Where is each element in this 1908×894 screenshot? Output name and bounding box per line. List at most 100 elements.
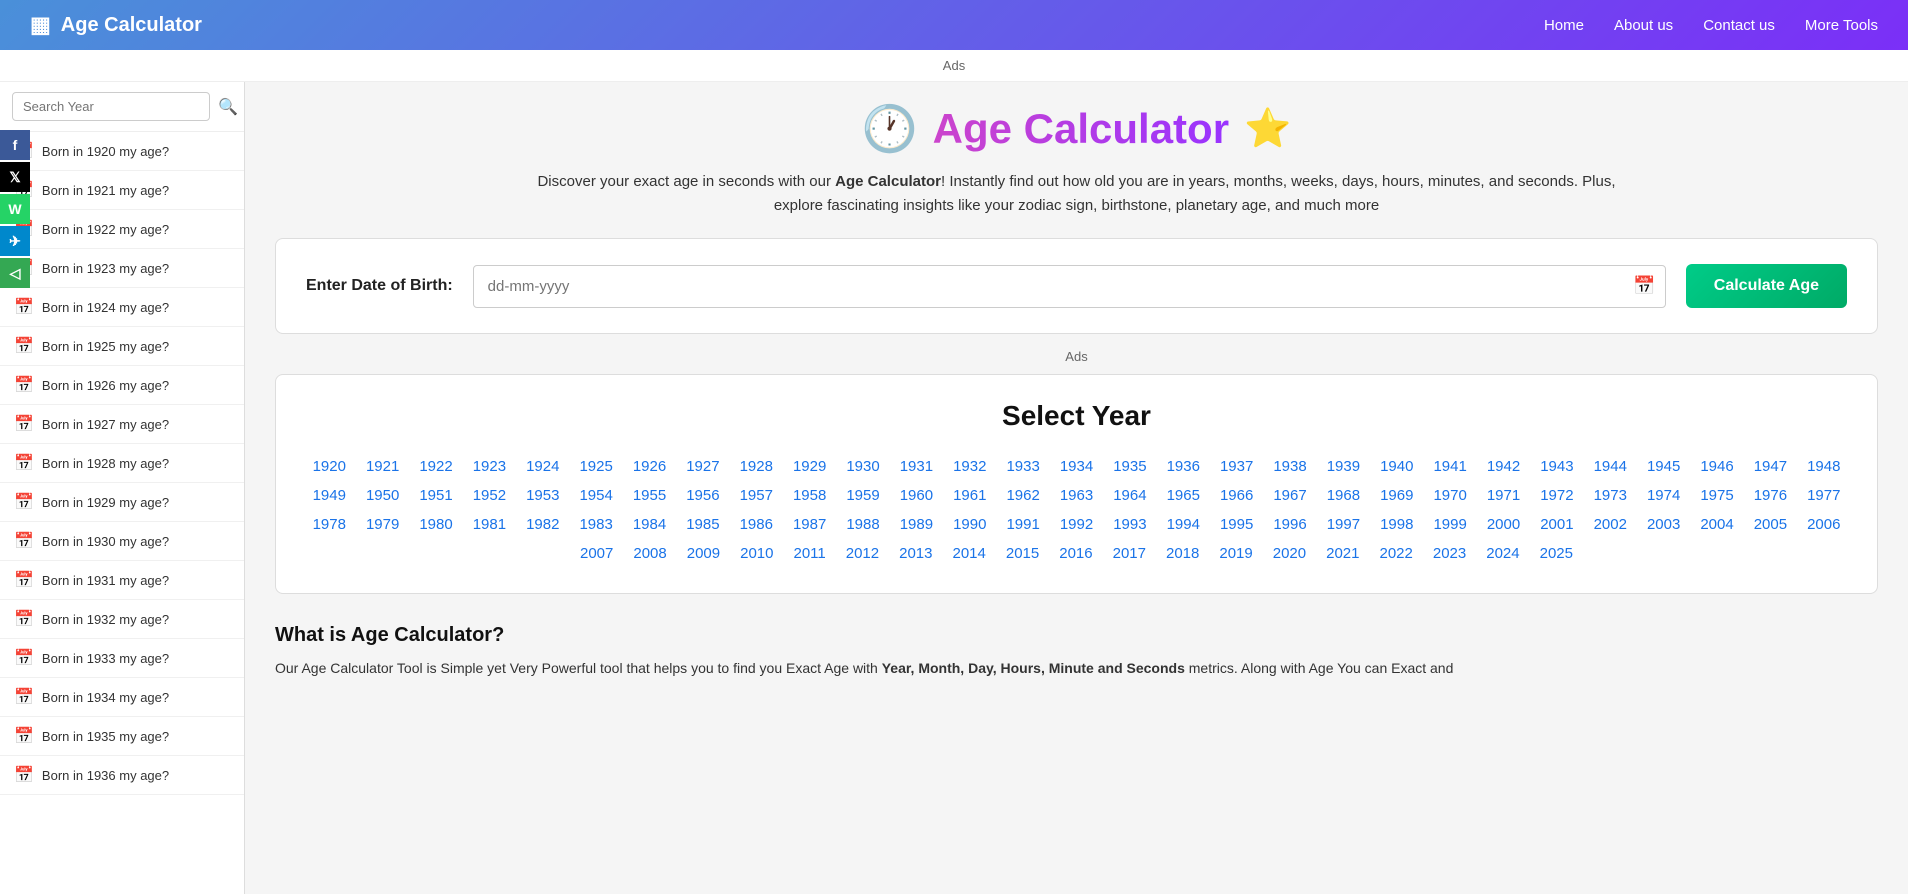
- year-link[interactable]: 2000: [1477, 510, 1530, 539]
- sidebar-item[interactable]: 📅Born in 1934 my age?: [0, 678, 244, 717]
- year-link[interactable]: 1974: [1637, 481, 1690, 510]
- calculate-age-button[interactable]: Calculate Age: [1686, 264, 1847, 308]
- sidebar-item[interactable]: 📅Born in 1923 my age?: [0, 249, 244, 288]
- year-link[interactable]: 1923: [463, 452, 516, 481]
- year-link[interactable]: 1948: [1797, 452, 1850, 481]
- year-link[interactable]: 1997: [1317, 510, 1370, 539]
- year-link[interactable]: 1936: [1157, 452, 1210, 481]
- year-link[interactable]: 1942: [1477, 452, 1530, 481]
- year-link[interactable]: 2012: [836, 539, 889, 568]
- year-link[interactable]: 2009: [677, 539, 730, 568]
- year-link[interactable]: 1999: [1423, 510, 1476, 539]
- year-link[interactable]: 1926: [623, 452, 676, 481]
- year-link[interactable]: 1968: [1317, 481, 1370, 510]
- year-link[interactable]: 1939: [1317, 452, 1370, 481]
- year-link[interactable]: 1998: [1370, 510, 1423, 539]
- year-link[interactable]: 1978: [303, 510, 356, 539]
- sidebar-item[interactable]: 📅Born in 1922 my age?: [0, 210, 244, 249]
- year-link[interactable]: 1952: [463, 481, 516, 510]
- year-link[interactable]: 2021: [1316, 539, 1369, 568]
- year-link[interactable]: 1965: [1157, 481, 1210, 510]
- year-link[interactable]: 2024: [1476, 539, 1529, 568]
- year-link[interactable]: 1979: [356, 510, 409, 539]
- share-button[interactable]: ◁: [0, 258, 30, 288]
- year-link[interactable]: 1950: [356, 481, 409, 510]
- sidebar-item[interactable]: 📅Born in 1924 my age?: [0, 288, 244, 327]
- year-link[interactable]: 1980: [409, 510, 462, 539]
- year-link[interactable]: 1975: [1690, 481, 1743, 510]
- year-link[interactable]: 2018: [1156, 539, 1209, 568]
- home-link[interactable]: Home: [1544, 17, 1584, 34]
- sidebar-item[interactable]: 📅Born in 1920 my age?: [0, 132, 244, 171]
- year-link[interactable]: 1984: [623, 510, 676, 539]
- year-link[interactable]: 1971: [1477, 481, 1530, 510]
- year-link[interactable]: 2015: [996, 539, 1049, 568]
- year-link[interactable]: 2006: [1797, 510, 1850, 539]
- sidebar-item[interactable]: 📅Born in 1935 my age?: [0, 717, 244, 756]
- year-link[interactable]: 2013: [889, 539, 942, 568]
- year-link[interactable]: 1927: [676, 452, 729, 481]
- year-link[interactable]: 1928: [730, 452, 783, 481]
- year-link[interactable]: 1956: [676, 481, 729, 510]
- year-link[interactable]: 1969: [1370, 481, 1423, 510]
- year-link[interactable]: 1943: [1530, 452, 1583, 481]
- year-link[interactable]: 1966: [1210, 481, 1263, 510]
- about-link[interactable]: About us: [1614, 17, 1673, 34]
- year-link[interactable]: 1973: [1584, 481, 1637, 510]
- year-link[interactable]: 1925: [569, 452, 622, 481]
- year-link[interactable]: 1921: [356, 452, 409, 481]
- year-link[interactable]: 1976: [1744, 481, 1797, 510]
- year-link[interactable]: 1990: [943, 510, 996, 539]
- year-link[interactable]: 2022: [1370, 539, 1423, 568]
- date-of-birth-input[interactable]: [473, 265, 1666, 308]
- year-link[interactable]: 1977: [1797, 481, 1850, 510]
- year-link[interactable]: 1934: [1050, 452, 1103, 481]
- year-link[interactable]: 1964: [1103, 481, 1156, 510]
- year-link[interactable]: 1987: [783, 510, 836, 539]
- year-link[interactable]: 1922: [409, 452, 462, 481]
- year-link[interactable]: 1961: [943, 481, 996, 510]
- year-link[interactable]: 1955: [623, 481, 676, 510]
- year-link[interactable]: 1924: [516, 452, 569, 481]
- year-link[interactable]: 2003: [1637, 510, 1690, 539]
- year-link[interactable]: 1982: [516, 510, 569, 539]
- year-link[interactable]: 1935: [1103, 452, 1156, 481]
- more-tools-link[interactable]: More Tools: [1805, 17, 1878, 34]
- year-link[interactable]: 2016: [1049, 539, 1102, 568]
- sidebar-item[interactable]: 📅Born in 1926 my age?: [0, 366, 244, 405]
- year-link[interactable]: 2005: [1744, 510, 1797, 539]
- year-link[interactable]: 2002: [1584, 510, 1637, 539]
- calendar-icon[interactable]: 📅: [1633, 276, 1655, 297]
- year-link[interactable]: 1930: [836, 452, 889, 481]
- whatsapp-share[interactable]: W: [0, 194, 30, 224]
- search-icon[interactable]: 🔍: [218, 97, 238, 117]
- year-link[interactable]: 1994: [1157, 510, 1210, 539]
- year-link[interactable]: 1945: [1637, 452, 1690, 481]
- year-link[interactable]: 1920: [303, 452, 356, 481]
- year-link[interactable]: 1967: [1263, 481, 1316, 510]
- year-link[interactable]: 1937: [1210, 452, 1263, 481]
- twitter-share[interactable]: 𝕏: [0, 162, 30, 192]
- sidebar-item[interactable]: 📅Born in 1936 my age?: [0, 756, 244, 795]
- year-link[interactable]: 1941: [1423, 452, 1476, 481]
- sidebar-item[interactable]: 📅Born in 1928 my age?: [0, 444, 244, 483]
- year-link[interactable]: 1972: [1530, 481, 1583, 510]
- year-link[interactable]: 1959: [836, 481, 889, 510]
- year-link[interactable]: 1938: [1263, 452, 1316, 481]
- search-input[interactable]: [12, 92, 210, 121]
- telegram-share[interactable]: ✈: [0, 226, 30, 256]
- facebook-share[interactable]: f: [0, 130, 30, 160]
- year-link[interactable]: 1991: [996, 510, 1049, 539]
- sidebar-item[interactable]: 📅Born in 1925 my age?: [0, 327, 244, 366]
- year-link[interactable]: 1947: [1744, 452, 1797, 481]
- year-link[interactable]: 1957: [730, 481, 783, 510]
- year-link[interactable]: 1986: [730, 510, 783, 539]
- year-link[interactable]: 1932: [943, 452, 996, 481]
- year-link[interactable]: 1970: [1423, 481, 1476, 510]
- year-link[interactable]: 1944: [1584, 452, 1637, 481]
- year-link[interactable]: 1996: [1263, 510, 1316, 539]
- year-link[interactable]: 1953: [516, 481, 569, 510]
- year-link[interactable]: 2023: [1423, 539, 1476, 568]
- year-link[interactable]: 1949: [303, 481, 356, 510]
- sidebar-item[interactable]: 📅Born in 1931 my age?: [0, 561, 244, 600]
